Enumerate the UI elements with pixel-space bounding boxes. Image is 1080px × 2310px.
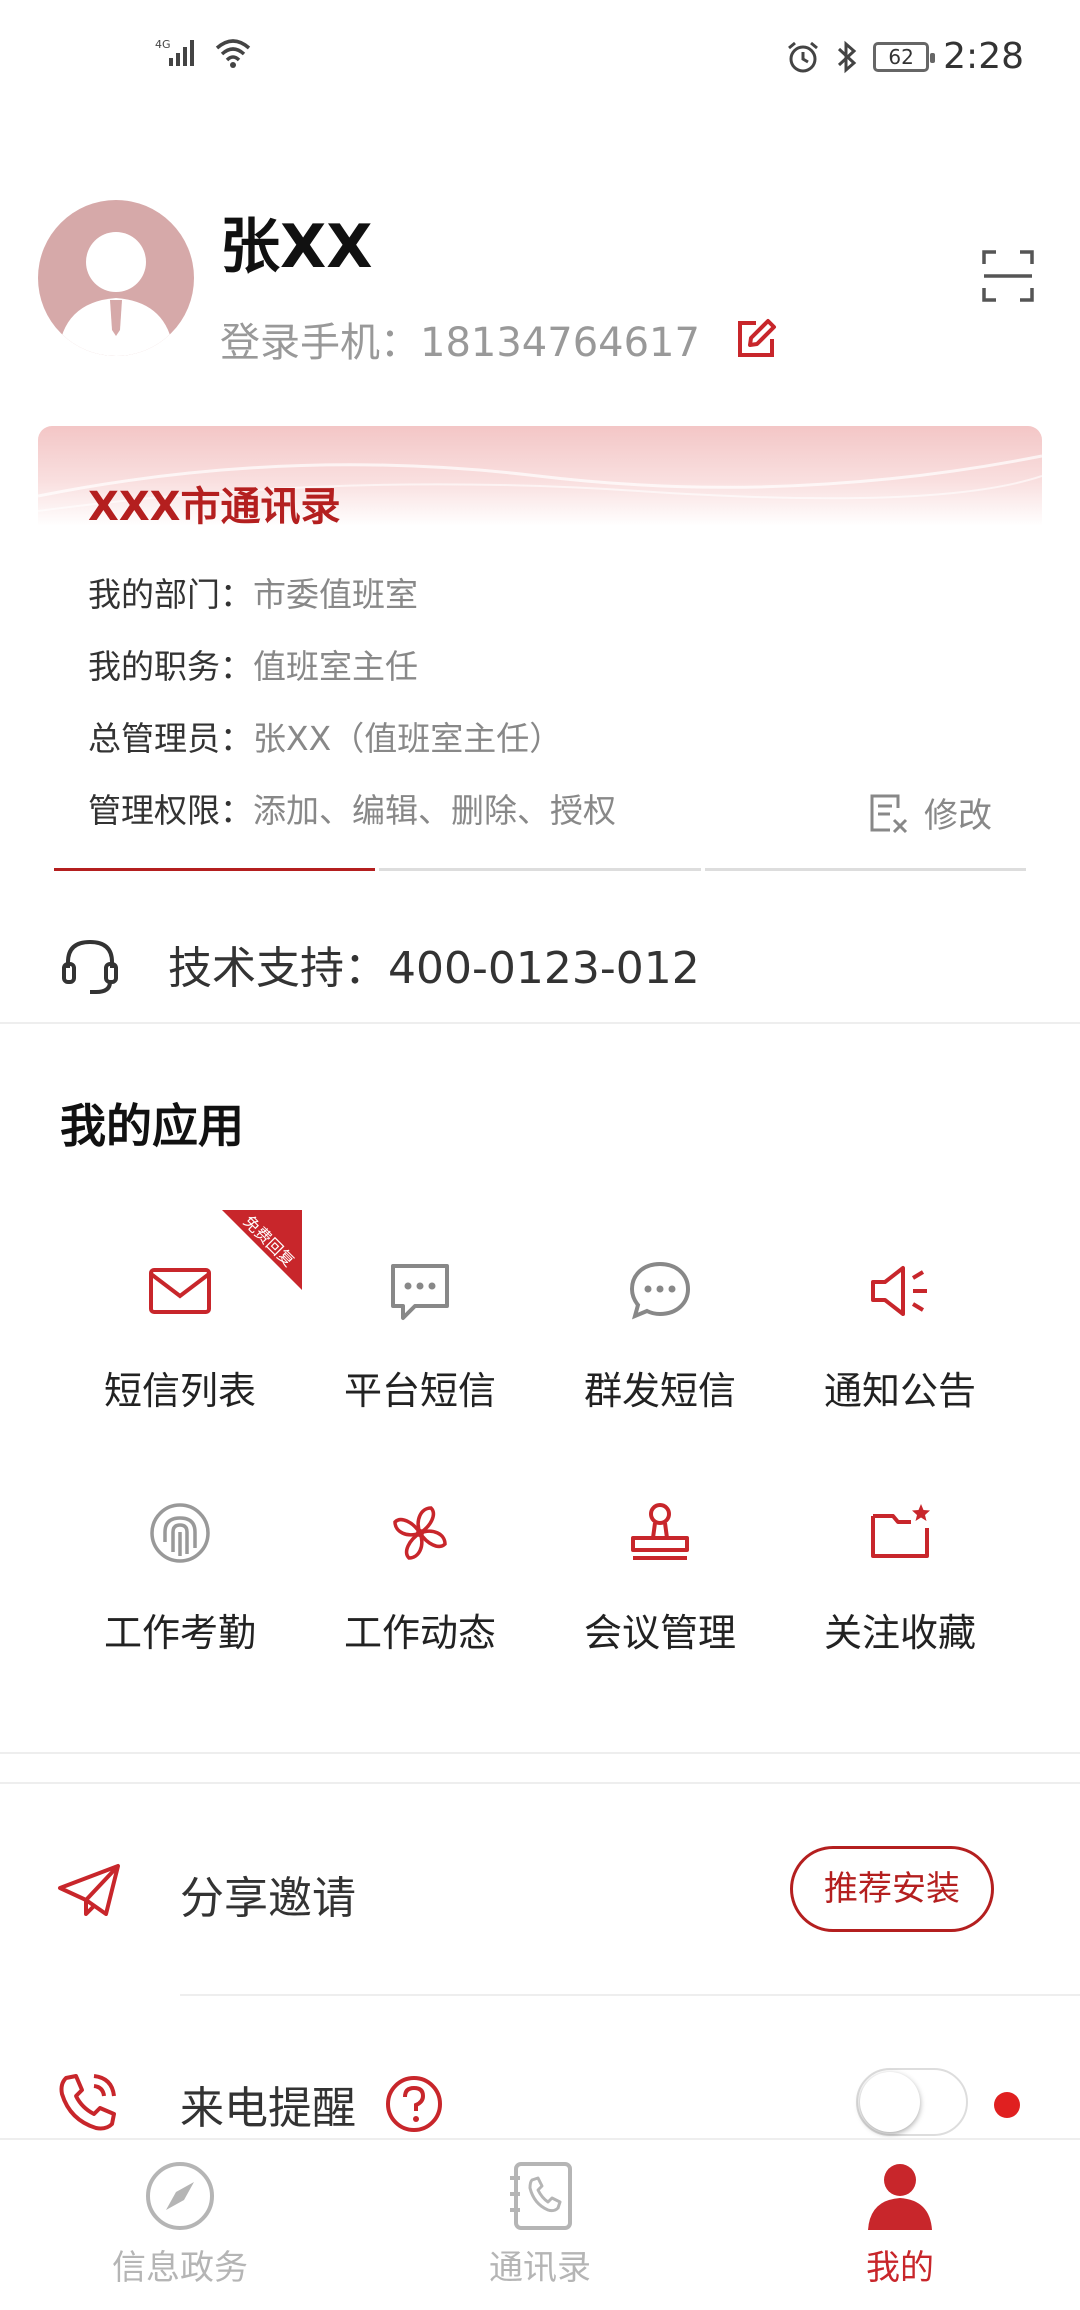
nav-label: 我的 xyxy=(866,2248,934,2288)
share-label: 分享邀请 xyxy=(180,1873,356,1924)
pinwheel-icon xyxy=(393,1506,447,1560)
info-key: 我的职务： xyxy=(88,647,253,686)
app-label: 关注收藏 xyxy=(823,1611,976,1655)
chat-bubble-icon xyxy=(391,1264,449,1320)
headset-icon xyxy=(62,939,118,994)
info-key: 管理权限： xyxy=(88,791,253,830)
share-invite-row[interactable]: 分享邀请 推荐安装 xyxy=(0,1826,1080,1956)
contacts-phone-icon xyxy=(510,2162,572,2230)
status-bar: 4G 62 2:28 xyxy=(0,0,1080,120)
nav-label: 信息政务 xyxy=(112,2248,248,2288)
info-value: 值班室主任 xyxy=(253,647,418,686)
user-name: 张XX xyxy=(220,212,373,282)
phone-ringing-icon xyxy=(59,2074,116,2131)
scan-icon[interactable] xyxy=(980,248,1036,304)
card-title: XXX市通讯录 xyxy=(88,484,341,530)
status-time: 2:28 xyxy=(943,36,1024,77)
card-page-indicator xyxy=(54,868,1026,871)
app-label: 短信列表 xyxy=(103,1369,256,1413)
fingerprint-icon xyxy=(150,1503,210,1563)
notification-dot xyxy=(994,2092,1020,2118)
nav-item-me[interactable]: 我的 xyxy=(750,2158,1050,2289)
app-notices[interactable]: 通知公告 xyxy=(780,1256,1020,1436)
folder-star-icon xyxy=(871,1504,930,1558)
call-reminder-label: 来电提醒 xyxy=(180,2083,356,2134)
recommend-install-button[interactable]: 推荐安装 xyxy=(790,1846,994,1932)
free-reply-badge: 免费回复 xyxy=(222,1210,302,1290)
section-divider xyxy=(0,1782,1080,1784)
page-indicator-segment xyxy=(54,868,376,871)
modify-label: 修改 xyxy=(924,796,992,836)
nav-item-contacts[interactable]: 通讯录 xyxy=(390,2158,690,2289)
edit-icon[interactable] xyxy=(734,317,778,361)
apps-section-title: 我的应用 xyxy=(60,1099,244,1153)
speaker-icon xyxy=(871,1266,927,1316)
app-meeting-manage[interactable]: 会议管理 xyxy=(540,1498,780,1678)
app-group-sms[interactable]: 群发短信 xyxy=(540,1256,780,1436)
status-right: 62 2:28 xyxy=(785,36,1024,77)
app-label: 工作动态 xyxy=(343,1611,496,1655)
compass-icon xyxy=(146,2162,214,2230)
svg-text:4G: 4G xyxy=(155,38,171,51)
person-silhouette-icon xyxy=(58,232,174,356)
call-reminder-toggle[interactable] xyxy=(856,2068,968,2136)
edit-document-icon xyxy=(870,794,908,833)
page-indicator-segment xyxy=(379,868,701,871)
app-label: 工作考勤 xyxy=(103,1611,256,1655)
section-divider xyxy=(0,1752,1080,1754)
app-label: 群发短信 xyxy=(583,1369,736,1413)
paper-plane-icon xyxy=(58,1864,120,1916)
login-phone: 登录手机：18134764617 xyxy=(220,320,700,366)
nav-item-info-gov[interactable]: 信息政务 xyxy=(30,2158,330,2289)
info-value: 添加、编辑、删除、授权 xyxy=(253,791,616,830)
round-chat-icon xyxy=(629,1261,691,1320)
app-attendance[interactable]: 工作考勤 xyxy=(60,1498,300,1678)
modify-button[interactable]: 修改 xyxy=(868,788,992,837)
envelope-icon xyxy=(149,1268,211,1314)
info-row-permissions: 管理权限： 添加、编辑、删除、授权 xyxy=(88,784,616,832)
battery-indicator: 62 xyxy=(873,41,936,72)
info-row-position: 我的职务： 值班室主任 xyxy=(88,640,418,688)
phone-row: 登录手机：18134764617 xyxy=(220,310,778,368)
stamp-icon xyxy=(631,1503,689,1560)
info-value: 张XX（值班室主任） xyxy=(253,719,563,758)
directory-card: XXX市通讯录 我的部门： 市委值班室 我的职务： 值班室主任 总管理员： 张X… xyxy=(38,426,1042,876)
info-row-admin: 总管理员： 张XX（值班室主任） xyxy=(88,712,562,760)
page-indicator-segment xyxy=(704,868,1026,871)
app-work-news[interactable]: 工作动态 xyxy=(300,1498,540,1678)
info-row-department: 我的部门： 市委值班室 xyxy=(88,568,418,616)
help-icon[interactable] xyxy=(384,2074,444,2134)
alarm-icon xyxy=(788,41,819,72)
row-divider xyxy=(180,1994,1080,1996)
nav-label: 通讯录 xyxy=(489,2248,591,2288)
info-value: 市委值班室 xyxy=(253,575,418,614)
info-key: 我的部门： xyxy=(88,575,253,614)
avatar[interactable] xyxy=(38,200,194,356)
bluetooth-icon xyxy=(838,40,857,73)
toggle-knob xyxy=(860,2072,920,2132)
app-favorites[interactable]: 关注收藏 xyxy=(780,1498,1020,1678)
tech-support-row[interactable]: 技术支持：400-0123-012 xyxy=(0,906,1080,1024)
wifi-icon xyxy=(215,39,251,68)
person-icon xyxy=(868,2164,932,2230)
support-text: 技术支持：400-0123-012 xyxy=(168,943,700,994)
cellular-signal-icon: 4G xyxy=(155,38,194,66)
app-platform-sms[interactable]: 平台短信 xyxy=(300,1256,540,1436)
card-banner: XXX市通讯录 xyxy=(38,426,1042,530)
bottom-navigation: 信息政务 通讯录 我的 xyxy=(0,2138,1080,2310)
app-label: 通知公告 xyxy=(823,1369,976,1413)
app-label: 会议管理 xyxy=(583,1611,736,1655)
app-label: 平台短信 xyxy=(343,1369,496,1413)
status-left: 4G xyxy=(155,36,253,68)
info-key: 总管理员： xyxy=(88,719,253,758)
